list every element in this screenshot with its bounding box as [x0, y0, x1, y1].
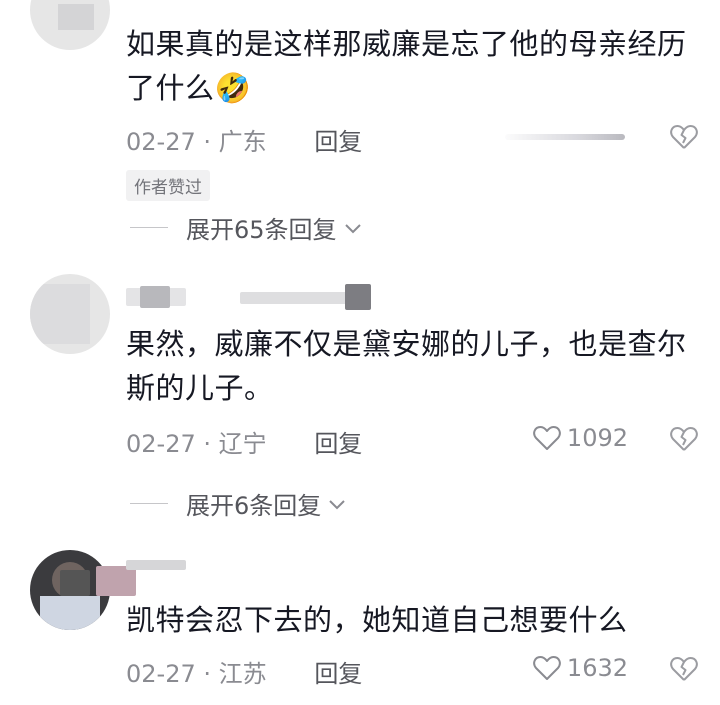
expand-replies-button[interactable]: 展开65条回复 [130, 210, 363, 245]
username-redacted [345, 284, 371, 310]
meta-separator: · [203, 128, 212, 156]
avatar[interactable] [30, 0, 110, 50]
reply-button[interactable]: 回复 [314, 430, 362, 458]
like-count: 1632 [566, 654, 628, 682]
comment-text: 果然，威廉不仅是黛安娜的儿子，也是查尔斯的儿子。 [126, 327, 687, 405]
username-redacted [96, 566, 136, 596]
comment-date: 02-27 [126, 128, 196, 156]
reply-button[interactable]: 回复 [314, 128, 362, 156]
avatar[interactable] [30, 274, 110, 354]
comment-meta: 02-27 · 广东 回复 [126, 122, 362, 157]
comment-text: 凯特会忍下去的，她知道自己想要什么 [126, 603, 628, 637]
broken-heart-icon[interactable] [670, 426, 698, 452]
chevron-down-icon [329, 499, 345, 509]
like-button[interactable]: 1632 [533, 654, 628, 682]
redacted-like-area [505, 134, 625, 140]
comment-date: 02-27 [126, 430, 196, 458]
divider-line [130, 227, 168, 228]
comment-location: 辽宁 [218, 430, 267, 458]
expand-replies-button[interactable]: 展开6条回复 [130, 486, 347, 521]
broken-heart-icon[interactable] [670, 124, 698, 150]
author-liked-badge: 作者赞过 [126, 170, 210, 201]
comment-text: 如果真的是这样那威廉是忘了他的母亲经历了什么🤣 [126, 27, 687, 105]
comment-meta: 02-27 · 辽宁 回复 [126, 424, 362, 459]
heart-outline-icon [533, 656, 561, 680]
comment-meta: 02-27 · 江苏 回复 [126, 654, 362, 689]
comment-location: 广东 [218, 128, 267, 156]
broken-heart-icon[interactable] [670, 656, 698, 682]
divider-line [130, 503, 168, 504]
chevron-down-icon [344, 223, 361, 233]
username-redacted [126, 560, 186, 570]
like-count: 1092 [566, 424, 628, 452]
meta-separator: · [203, 430, 212, 458]
comment-location: 江苏 [218, 660, 267, 688]
like-button[interactable]: 1092 [533, 424, 628, 452]
reply-button[interactable]: 回复 [314, 660, 362, 688]
laughing-emoji-icon: 🤣 [214, 71, 252, 105]
comment-date: 02-27 [126, 660, 196, 688]
username-redacted [140, 286, 170, 308]
expand-replies-label: 展开65条回复 [186, 216, 337, 244]
expand-replies-label: 展开6条回复 [186, 492, 322, 520]
meta-separator: · [203, 660, 212, 688]
heart-outline-icon [533, 426, 561, 450]
username-redacted [60, 570, 90, 596]
